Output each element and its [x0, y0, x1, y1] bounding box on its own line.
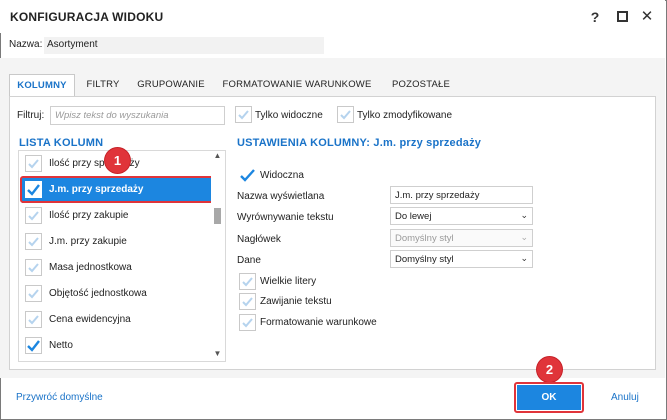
alignment-label: Wyrównywanie tekstu [237, 212, 334, 223]
only-visible-label: Tylko widoczne [255, 110, 323, 121]
checkbox-unchecked-icon [25, 155, 42, 172]
only-modified-label: Tylko zmodyfikowane [357, 110, 453, 121]
checkbox-unchecked-icon [25, 259, 42, 276]
checkbox-unchecked-icon [239, 314, 256, 331]
checkbox-unchecked-icon [25, 233, 42, 250]
step-badge-1: 1 [105, 148, 130, 173]
list-item[interactable]: Cena ewidencyjna [22, 307, 212, 333]
display-name-label: Nazwa wyświetlana [237, 191, 325, 202]
checkbox-unchecked-icon [235, 106, 252, 123]
column-list-title: LISTA KOLUMN [19, 137, 104, 149]
header-label: Nagłówek [237, 234, 281, 245]
list-scrollbar[interactable]: ▲ ▼ [211, 151, 224, 361]
help-button[interactable]: ? [585, 7, 605, 27]
checkbox-checked-icon [25, 337, 42, 354]
alignment-select[interactable]: Do lewej ⌄ [390, 207, 533, 225]
list-item[interactable]: Netto [22, 333, 212, 359]
checkbox-unchecked-icon [25, 311, 42, 328]
tab-kolumny[interactable]: KOLUMNY [9, 74, 75, 96]
list-item-label: J.m. przy zakupie [49, 236, 127, 247]
selection-highlight-outline [20, 176, 216, 203]
tab-filtry[interactable]: FILTRY [81, 74, 125, 96]
alignment-value: Do lewej [395, 211, 432, 222]
uppercase-label: Wielkie litery [260, 276, 317, 287]
conditional-formatting-checkbox[interactable]: Formatowanie warunkowe [239, 314, 389, 332]
close-button[interactable]: ✕ [637, 7, 657, 27]
checkbox-unchecked-icon [25, 207, 42, 224]
data-style-select[interactable]: Domyślny styl ⌄ [390, 250, 533, 268]
dialog-title: KONFIGURACJA WIDOKU [10, 10, 164, 24]
conditional-formatting-label: Formatowanie warunkowe [260, 317, 377, 328]
uppercase-checkbox[interactable]: Wielkie litery [239, 273, 339, 291]
cancel-button[interactable]: Anuluj [611, 392, 639, 403]
restore-defaults-link[interactable]: Przywróć domyślne [16, 392, 103, 403]
checkbox-checked-icon [239, 167, 256, 184]
visible-checkbox[interactable]: Widoczna [239, 167, 319, 185]
name-field[interactable]: Asortyment [44, 37, 324, 54]
tab-grupowanie[interactable]: GRUPOWANIE [133, 74, 209, 96]
chevron-down-icon: ⌄ [520, 253, 528, 263]
list-item[interactable]: J.m. przy zakupie [22, 229, 212, 255]
list-item[interactable]: Ilość przy zakupie [22, 203, 212, 229]
step-badge-2: 2 [537, 357, 562, 382]
data-style-value: Domyślny styl [395, 254, 454, 265]
list-item-label: Netto [49, 340, 73, 351]
checkbox-unchecked-icon [239, 273, 256, 290]
title-bar: KONFIGURACJA WIDOKU ? ✕ [0, 0, 665, 33]
list-item-label: Cena ewidencyjna [49, 314, 131, 325]
settings-title: USTAWIENIA KOLUMNY: J.m. przy sprzedaży [237, 137, 482, 149]
checkbox-unchecked-icon [337, 106, 354, 123]
list-item[interactable]: Masa jednostkowa [22, 255, 212, 281]
data-label: Dane [237, 255, 261, 266]
list-item-label: Ilość przy zakupie [49, 210, 129, 221]
filter-input[interactable]: Wpisz tekst do wyszukania [50, 106, 225, 125]
visible-label: Widoczna [260, 170, 304, 181]
maximize-icon [616, 11, 628, 22]
maximize-button[interactable] [612, 7, 632, 27]
scroll-up-icon[interactable]: ▲ [211, 151, 224, 163]
checkbox-unchecked-icon [25, 285, 42, 302]
tab-formatowanie-warunkowe[interactable]: FORMATOWANIE WARUNKOWE [221, 74, 373, 96]
list-item-label: Masa jednostkowa [49, 262, 132, 273]
display-name-input[interactable]: J.m. przy sprzedaży [390, 186, 533, 204]
checkbox-unchecked-icon [239, 293, 256, 310]
name-row: Nazwa: Asortyment [0, 33, 665, 58]
list-item-label: Objętość jednostkowa [49, 288, 147, 299]
scroll-down-icon[interactable]: ▼ [211, 349, 224, 361]
header-style-select[interactable]: Domyślny styl ⌄ [390, 229, 533, 247]
only-visible-checkbox[interactable]: Tylko widoczne [235, 106, 335, 125]
wrap-text-label: Zawijanie tekstu [260, 296, 332, 307]
scrollbar-thumb[interactable] [214, 208, 221, 224]
name-label: Nazwa: [9, 39, 43, 50]
list-item[interactable]: Objętość jednostkowa [22, 281, 212, 307]
chevron-down-icon: ⌄ [520, 232, 528, 242]
header-style-value: Domyślny styl [395, 233, 454, 244]
filter-label: Filtruj: [17, 110, 45, 121]
tab-pozostale[interactable]: POZOSTAŁE [387, 74, 455, 96]
wrap-text-checkbox[interactable]: Zawijanie tekstu [239, 293, 349, 311]
chevron-down-icon: ⌄ [520, 210, 528, 220]
ok-button[interactable]: OK [517, 385, 581, 410]
only-modified-checkbox[interactable]: Tylko zmodyfikowane [337, 106, 467, 125]
